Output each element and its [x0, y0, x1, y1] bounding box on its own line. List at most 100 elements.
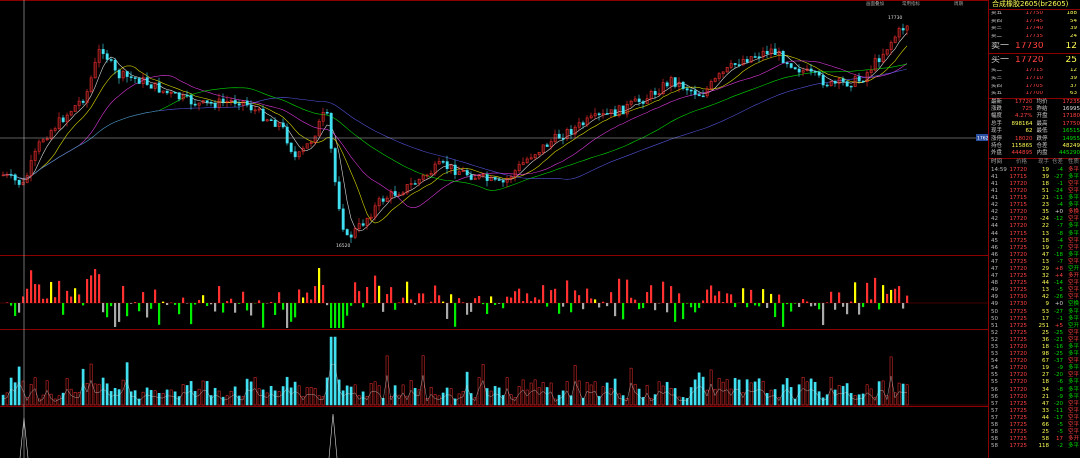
candle	[13, 174, 17, 181]
osc-bar	[622, 303, 625, 320]
osc-bar	[46, 298, 49, 303]
volume-bar	[29, 384, 33, 406]
ask-level-row[interactable]: 卖五 17750 188	[989, 10, 1080, 18]
kline-chart-area[interactable]: 17620 17730 16520	[0, 0, 988, 458]
volume-bar	[337, 379, 341, 406]
osc-bar	[798, 303, 801, 308]
osc-bar	[126, 303, 129, 317]
osc-bar	[226, 301, 229, 303]
candle	[341, 208, 345, 230]
volume-bar	[809, 378, 813, 406]
osc-bar	[746, 303, 749, 308]
ask-level-row[interactable]: 卖二 17735 24	[989, 33, 1080, 41]
osc-bar	[58, 280, 61, 303]
tick-list[interactable]: 14:59 17720 19 -4 多平 41 17715 39 -27 多平 41 17720 18-…	[989, 167, 1080, 451]
osc-bar	[898, 286, 901, 303]
osc-bar	[538, 299, 541, 303]
osc-bar	[522, 301, 525, 303]
osc-bar	[718, 291, 721, 303]
candle	[245, 100, 249, 106]
osc-bar	[470, 303, 473, 312]
volume-bar	[717, 377, 721, 406]
bid1-row[interactable]: 买一 17720 25	[989, 54, 1080, 67]
osc-bar	[262, 303, 265, 328]
tick-row: 57 17725 33 -11 空平	[991, 407, 1079, 414]
candle	[781, 51, 785, 64]
osc-bar	[542, 285, 545, 303]
tick-row: 48 17725 44 -14 空平	[991, 280, 1079, 287]
toolbar-link-overlay[interactable]: 画面叠加	[866, 1, 884, 7]
bid-level-row[interactable]: 买五 17700 63	[989, 90, 1080, 98]
osc-bar	[858, 303, 861, 315]
osc-bar	[242, 291, 245, 303]
osc-bar	[714, 295, 717, 303]
bottom-indicator-spike	[328, 413, 338, 458]
osc-bar	[418, 293, 421, 303]
volume-bar	[85, 383, 89, 406]
tick-row: 58 17725 118 -2 多平	[991, 443, 1079, 450]
candle	[17, 179, 21, 185]
candle	[129, 76, 133, 78]
osc-bar	[838, 292, 841, 303]
contract-title: 合成橡胶2605(br2605)	[989, 0, 1080, 10]
volume-bar	[93, 383, 97, 406]
candle	[697, 94, 701, 97]
osc-bar	[770, 293, 773, 303]
candle	[101, 49, 105, 54]
volume-bar	[729, 388, 733, 406]
volume-bar	[541, 382, 545, 406]
candle	[653, 91, 657, 95]
osc-bar	[750, 289, 753, 303]
volume-bar	[221, 396, 225, 406]
osc-bar	[786, 303, 789, 305]
osc-bar	[650, 285, 653, 303]
bid-level-row[interactable]: 买四 17705 37	[989, 83, 1080, 91]
candle	[345, 229, 349, 236]
osc-bar	[506, 296, 509, 303]
candle	[545, 144, 549, 147]
candle	[173, 92, 177, 94]
osc-bar	[878, 303, 881, 310]
tick-row: 58 17725 66 -5 空平	[991, 422, 1079, 429]
tick-row: 49 17730 9 +0 空换	[991, 301, 1079, 308]
osc-bar	[570, 303, 573, 313]
volume-bar	[245, 378, 249, 406]
tick-row: 44 17715 13 -8 多平	[991, 230, 1079, 237]
quote-stats: 最新 17720 均价 17235 涨跌 725 昨结 16995 幅度 4.27% 开盘 17180…	[989, 99, 1080, 159]
tick-row: 55 17720 18 -6 多平	[991, 379, 1079, 386]
osc-bar	[526, 293, 529, 303]
volume-bar	[105, 383, 109, 406]
osc-bar	[230, 298, 233, 303]
bid-level-row[interactable]: 买二 17715 12	[989, 67, 1080, 75]
candle	[361, 223, 365, 226]
stat-row: 现手 62 最低 16515	[991, 128, 1080, 135]
tick-row: 52 17725 36 -21 空平	[991, 336, 1079, 343]
candle	[381, 198, 385, 202]
osc-bar	[258, 300, 261, 303]
osc-bar	[866, 282, 869, 303]
candle	[329, 113, 333, 149]
volume-average-line	[2, 363, 908, 402]
osc-bar	[610, 292, 613, 303]
toolbar-link-indicators[interactable]: 常用指标	[902, 1, 920, 7]
osc-bar	[78, 294, 81, 303]
candle	[165, 90, 169, 94]
ask1-row[interactable]: 卖一 17730 12	[989, 40, 1080, 55]
volume-bar	[761, 380, 765, 406]
candle	[497, 179, 501, 181]
volume-bar	[801, 377, 805, 406]
volume-bar	[165, 389, 169, 406]
bid-level-row[interactable]: 买三 17710 39	[989, 75, 1080, 83]
toolbar-link-period[interactable]: 周期	[954, 1, 963, 7]
volume-bar	[673, 388, 677, 406]
volume-bar	[701, 376, 705, 406]
osc-bar	[458, 298, 461, 303]
candle	[349, 234, 353, 238]
volume-bar	[473, 397, 477, 406]
ask-level-row[interactable]: 卖三 17740 39	[989, 25, 1080, 33]
candle	[841, 78, 845, 82]
candle	[757, 56, 761, 58]
ask-level-row[interactable]: 卖四 17745 54	[989, 18, 1080, 26]
volume-bar	[285, 376, 289, 406]
volume-bar	[309, 387, 313, 406]
